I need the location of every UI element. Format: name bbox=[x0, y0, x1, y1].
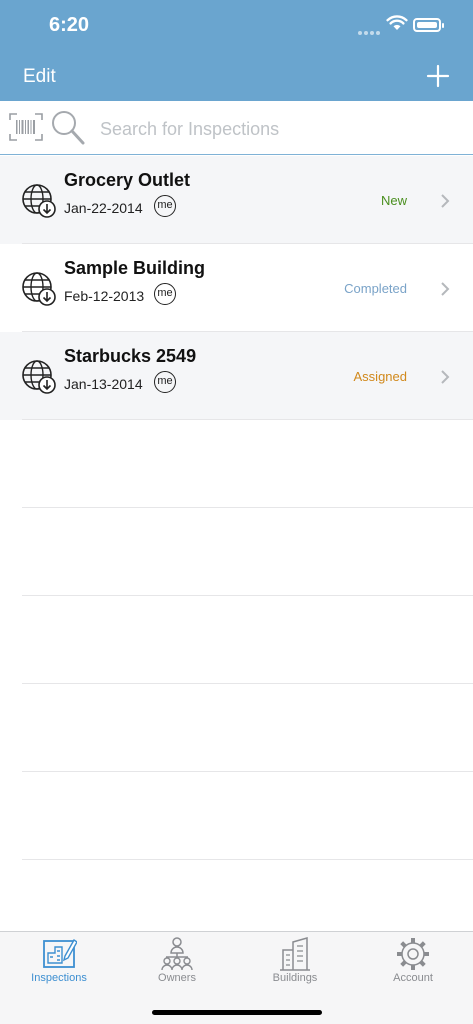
search-icon bbox=[52, 111, 85, 145]
status-label: Completed bbox=[344, 281, 407, 296]
owner-badge: me bbox=[154, 371, 176, 393]
tab-label: Buildings bbox=[272, 972, 318, 984]
inspections-icon bbox=[43, 938, 77, 968]
tab-bar: Inspections Owners Buildings Account bbox=[0, 931, 473, 1024]
inspection-date: Jan-13-2014 bbox=[64, 376, 143, 392]
nav-bar: Edit bbox=[0, 52, 473, 101]
tab-account[interactable]: Account bbox=[354, 932, 472, 992]
barcode-scan-icon[interactable] bbox=[9, 112, 43, 142]
inspection-row[interactable]: Grocery Outlet Jan-22-2014 me New bbox=[0, 156, 473, 244]
row-divider bbox=[22, 859, 473, 860]
buildings-icon bbox=[280, 937, 310, 971]
inspection-date: Feb-12-2013 bbox=[64, 288, 145, 304]
empty-row bbox=[0, 596, 473, 684]
inspection-list: Grocery Outlet Jan-22-2014 me New Sample… bbox=[0, 156, 473, 860]
edit-button[interactable]: Edit bbox=[23, 66, 56, 88]
tab-buildings[interactable]: Buildings bbox=[236, 932, 354, 992]
inspection-name: Grocery Outlet bbox=[64, 170, 191, 190]
chevron-right-icon bbox=[441, 194, 450, 208]
globe-download-icon bbox=[22, 184, 56, 218]
status-label: Assigned bbox=[353, 369, 407, 384]
home-indicator[interactable] bbox=[152, 1010, 322, 1015]
owner-badge: me bbox=[154, 195, 176, 217]
status-label: New bbox=[380, 193, 407, 208]
inspection-name: Starbucks 2549 bbox=[64, 346, 197, 366]
tab-inspections[interactable]: Inspections bbox=[0, 932, 118, 992]
globe-download-icon bbox=[22, 272, 56, 306]
empty-row bbox=[0, 508, 473, 596]
search-bar bbox=[0, 101, 473, 155]
empty-row bbox=[0, 684, 473, 772]
empty-row bbox=[0, 772, 473, 860]
tab-label: Account bbox=[393, 972, 433, 984]
status-bar: 6:20 bbox=[0, 0, 473, 52]
owner-badge: me bbox=[154, 283, 176, 305]
tab-label: Inspections bbox=[31, 972, 87, 984]
chevron-right-icon bbox=[441, 282, 450, 296]
search-input[interactable] bbox=[98, 113, 462, 145]
wifi-icon bbox=[386, 15, 408, 30]
globe-download-icon bbox=[22, 360, 56, 394]
battery-icon bbox=[413, 18, 444, 32]
inspection-date: Jan-22-2014 bbox=[64, 200, 143, 216]
signal-icon bbox=[358, 22, 382, 40]
inspection-row[interactable]: Sample Building Feb-12-2013 me Completed bbox=[0, 244, 473, 332]
inspection-name: Sample Building bbox=[64, 258, 206, 278]
empty-row bbox=[0, 420, 473, 508]
plus-icon[interactable] bbox=[426, 64, 450, 88]
tab-label: Owners bbox=[158, 972, 196, 984]
gear-icon bbox=[397, 938, 429, 970]
status-time: 6:20 bbox=[49, 14, 90, 36]
inspection-row[interactable]: Starbucks 2549 Jan-13-2014 me Assigned bbox=[0, 332, 473, 420]
owners-icon bbox=[161, 937, 193, 971]
tab-owners[interactable]: Owners bbox=[118, 932, 236, 992]
chevron-right-icon bbox=[441, 370, 450, 384]
